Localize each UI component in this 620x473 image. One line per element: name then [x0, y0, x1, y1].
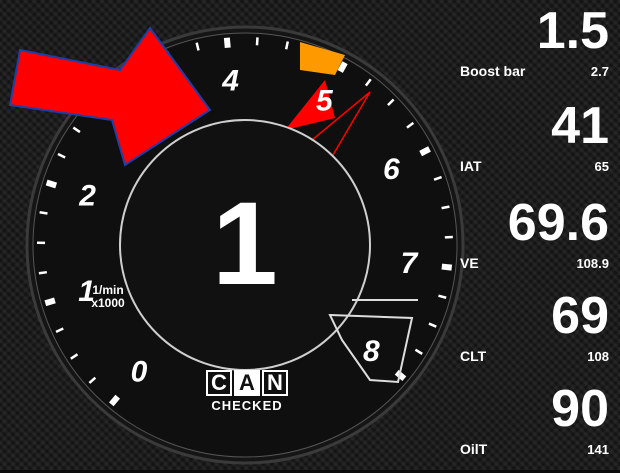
minor-tick — [39, 272, 47, 273]
metric-secondary: 65 — [595, 159, 609, 174]
scale-number: 2 — [78, 179, 96, 212]
arrow-icon — [0, 0, 260, 180]
metric-label: CLT — [460, 348, 486, 364]
metric-secondary: 2.7 — [591, 64, 609, 79]
current-gear: 1 — [190, 185, 300, 303]
major-tick — [45, 300, 55, 303]
scale-number: 7 — [401, 247, 419, 280]
metric-label: VE — [460, 255, 479, 271]
metric-value: 41 — [551, 100, 609, 152]
metric-value: 69.6 — [508, 197, 609, 249]
major-tick — [340, 63, 345, 72]
metric-secondary: 108.9 — [576, 256, 609, 271]
major-tick — [47, 182, 57, 185]
scale-number: 8 — [363, 335, 380, 368]
metric-label: Boost bar — [460, 63, 525, 79]
logo-letter-c: C — [206, 370, 232, 396]
logo-caption: CHECKED — [197, 398, 297, 413]
metric-secondary: 141 — [587, 442, 609, 457]
metric-oilt: 90 OilT 141 — [455, 383, 615, 473]
metric-iat: 41 IAT 65 — [455, 100, 615, 190]
logo-letter-a: A — [234, 370, 260, 396]
can-checked-logo: C A N CHECKED — [197, 370, 297, 413]
scale-number: 0 — [131, 355, 148, 388]
major-tick — [421, 149, 430, 154]
rpm-units-label: 1/min x1000 — [78, 284, 138, 310]
minor-tick — [286, 41, 288, 49]
metric-value: 69 — [551, 290, 609, 342]
units-line-2: x1000 — [78, 297, 138, 310]
metric-ve: 69.6 VE 108.9 — [455, 197, 615, 287]
minor-tick — [40, 212, 48, 213]
metric-boost: 1.5 Boost bar 2.7 — [455, 5, 615, 95]
metric-clt: 69 CLT 108 — [455, 290, 615, 380]
major-tick — [442, 267, 452, 268]
metric-value: 90 — [551, 383, 609, 435]
metric-value: 1.5 — [537, 5, 609, 57]
scale-number: 5 — [316, 84, 334, 117]
metric-label: OilT — [460, 441, 487, 457]
scale-number: 6 — [383, 153, 400, 186]
metric-secondary: 108 — [587, 349, 609, 364]
minor-tick — [442, 207, 450, 208]
logo-letter-n: N — [262, 370, 288, 396]
metric-label: IAT — [460, 158, 482, 174]
